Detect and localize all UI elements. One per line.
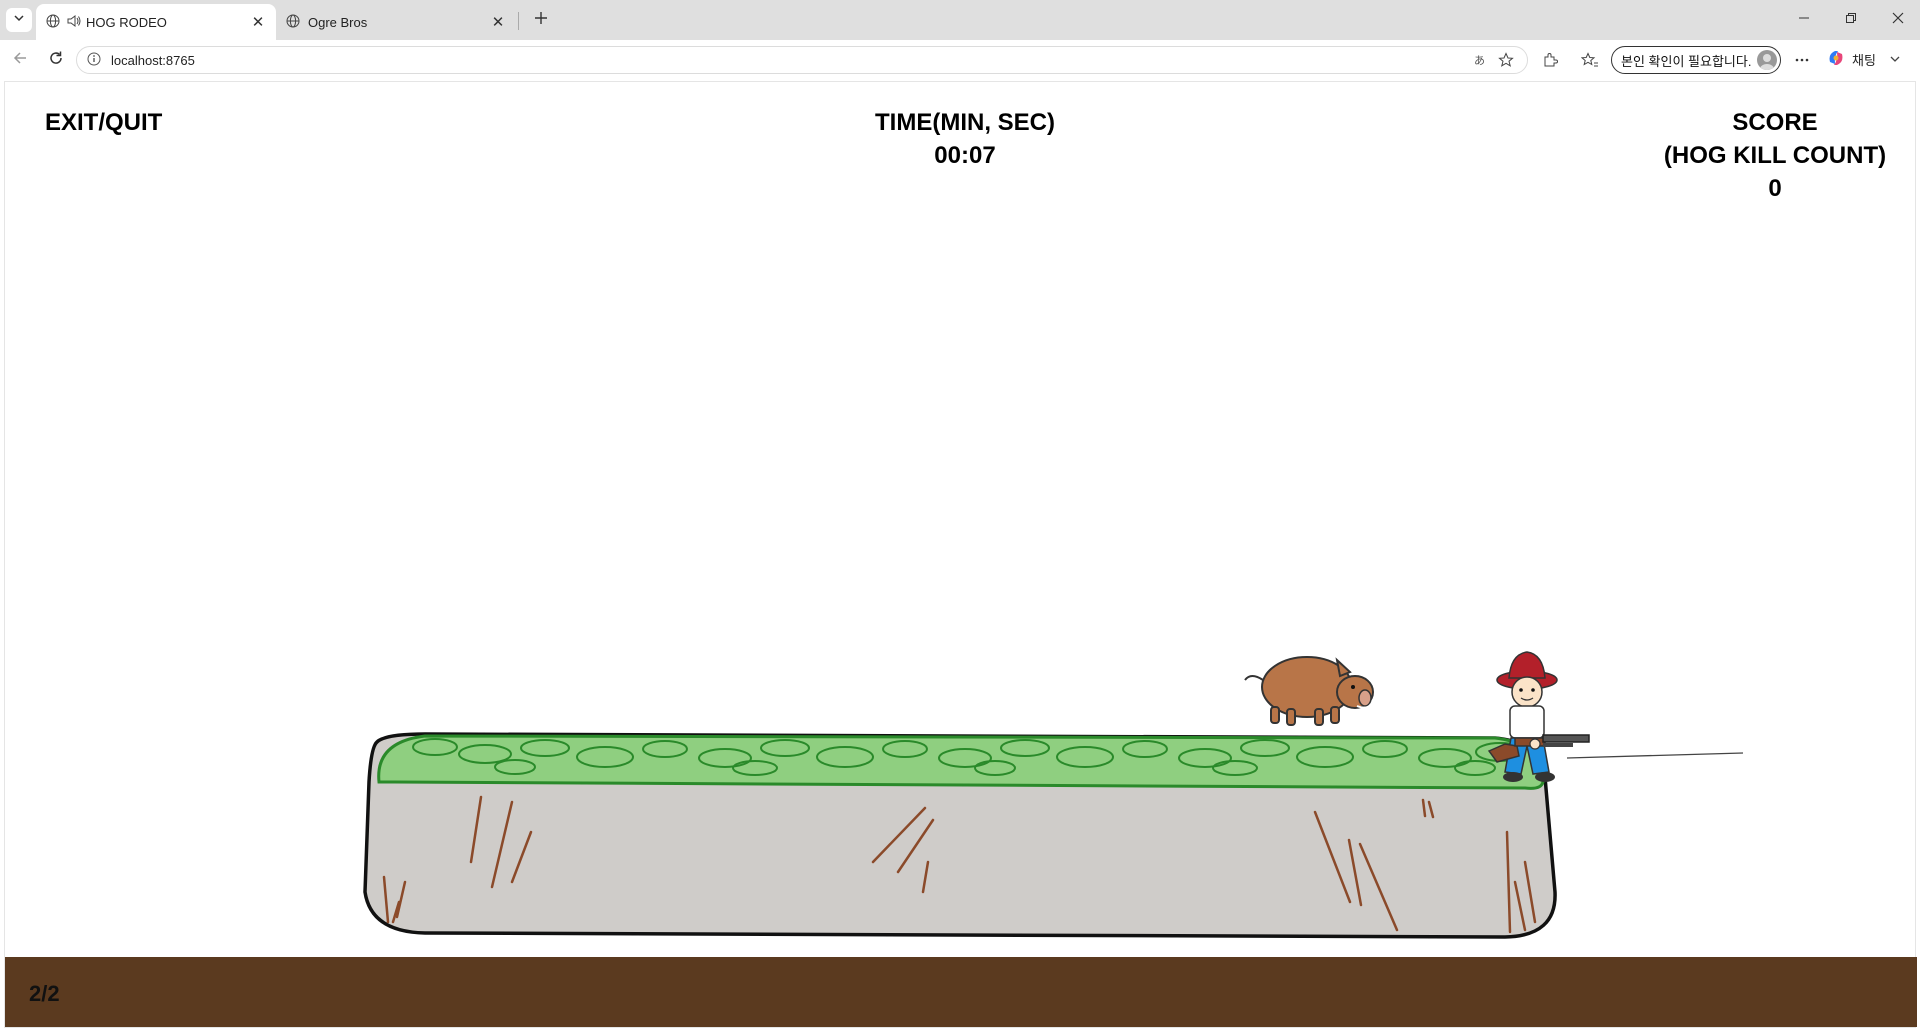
tab-divider <box>518 12 519 30</box>
restore-icon <box>1845 11 1857 29</box>
info-icon[interactable] <box>87 52 101 69</box>
more-icon[interactable] <box>1790 48 1814 72</box>
hog-enemy <box>1244 656 1374 726</box>
chevron-down-icon[interactable] <box>1890 52 1900 67</box>
minimize-icon <box>1798 11 1810 29</box>
tab-list-button[interactable] <box>6 8 32 32</box>
rock-platform <box>363 732 1557 939</box>
close-icon <box>1892 11 1904 29</box>
back-button[interactable] <box>6 48 34 72</box>
level-indicator: 2/2 <box>29 981 60 1006</box>
tab-title: HOG RODEO <box>86 14 167 30</box>
favorites-icon[interactable] <box>1578 48 1602 72</box>
new-tab-button[interactable] <box>528 8 554 32</box>
globe-icon <box>286 14 300 31</box>
plus-icon <box>534 11 548 30</box>
avatar <box>1757 50 1777 70</box>
ground-bar <box>5 957 1917 1027</box>
speaker-icon[interactable] <box>66 14 82 31</box>
address-url: localhost:8765 <box>111 52 195 68</box>
tab-ogre-bros[interactable]: Ogre Bros ✕ <box>276 4 516 40</box>
arrow-left-icon <box>12 50 28 71</box>
minimize-button[interactable] <box>1790 8 1818 32</box>
reload-icon <box>48 50 64 71</box>
address-bar[interactable]: localhost:8765 あ <box>76 46 1528 74</box>
translate-icon[interactable]: あ <box>1471 49 1493 71</box>
reload-button[interactable] <box>42 48 70 72</box>
game-scene <box>363 651 1744 939</box>
bullet-trail <box>1566 752 1744 759</box>
restore-button[interactable] <box>1837 8 1865 32</box>
game-canvas[interactable]: EXIT/QUIT TIME(MIN, SEC) 00:07 SCORE (HO… <box>4 81 1917 1028</box>
close-tab-icon[interactable]: ✕ <box>490 13 506 31</box>
close-window-button[interactable] <box>1884 8 1912 32</box>
tab-hog-rodeo[interactable]: HOG RODEO ✕ <box>36 4 276 40</box>
tab-title: Ogre Bros <box>308 14 368 30</box>
chevron-down-icon <box>13 11 25 29</box>
profile-button[interactable]: 본인 확인이 필요합니다. <box>1611 46 1781 74</box>
profile-label: 본인 확인이 필요합니다. <box>1621 53 1752 69</box>
copilot-icon <box>1826 48 1846 71</box>
star-icon[interactable] <box>1495 49 1517 71</box>
svg-text:あ: あ <box>1474 54 1485 67</box>
globe-icon <box>46 14 60 31</box>
copilot-label: 채팅 <box>1852 53 1876 68</box>
copilot-button[interactable]: 채팅 <box>1826 48 1900 71</box>
extensions-icon[interactable] <box>1538 48 1562 72</box>
close-tab-icon[interactable]: ✕ <box>250 13 266 31</box>
tab-bar: HOG RODEO ✕ Ogre Bros ✕ <box>0 0 1920 40</box>
